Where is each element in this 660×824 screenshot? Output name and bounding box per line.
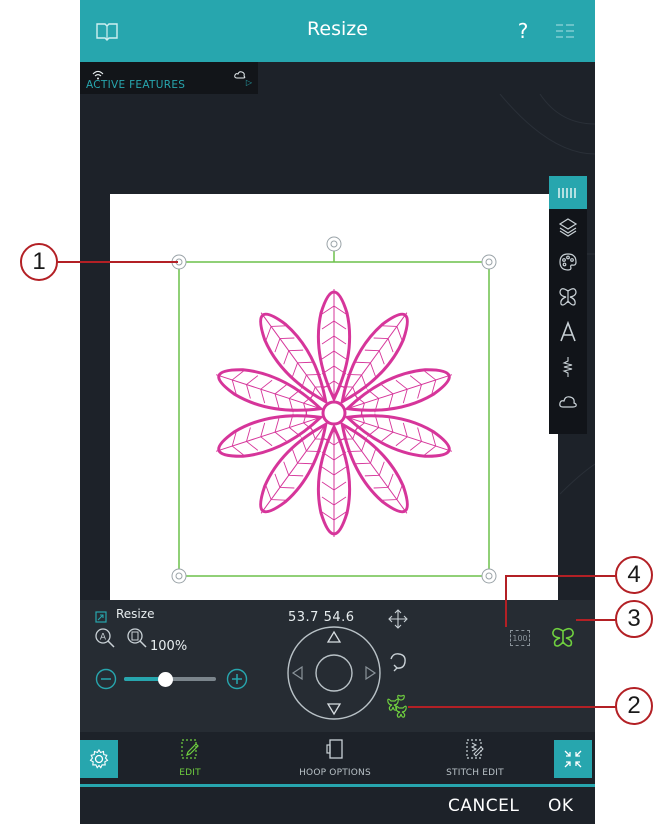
direction-wheel[interactable] [286,625,382,721]
cloud-icon[interactable] [549,385,587,418]
active-features-label: ACTIVE FEATURES [86,79,186,91]
callout-line-3 [576,619,616,621]
svg-text:A: A [100,633,107,643]
bottom-tab-bar: EDIT HOOP OPTIONS STITCH EDIT [80,732,595,784]
active-features-panel[interactable]: ACTIVE FEATURES ▷ [80,62,258,94]
flower-petal [316,423,352,537]
butterfly-icon[interactable] [549,280,587,313]
embroidery-hoop-canvas[interactable] [110,194,558,600]
arrow-right-icon[interactable] [365,665,377,681]
ok-button[interactable]: OK [548,796,574,816]
thread-spool-icon[interactable] [549,176,587,209]
collapse-button[interactable] [554,740,592,778]
machine-screen: Resize ? ACTIVE FEATURES ▷ Resize A 53.7… [80,0,595,824]
help-icon[interactable]: ? [510,18,536,44]
resize-handle-bottom-left[interactable] [171,568,187,584]
rotate-icon[interactable] [387,650,409,676]
tab-edit[interactable]: EDIT [160,732,220,784]
callout-line-4 [506,575,616,577]
callout-4: 4 [615,556,653,594]
collapse-icon [564,750,582,768]
tab-stitch-edit[interactable]: STITCH EDIT [430,732,520,784]
text-icon[interactable] [549,315,587,348]
resize-icon [95,608,107,627]
flower-embroidery-design [215,289,453,537]
zoom-all-icon[interactable]: A [94,627,116,653]
zoom-hoop-icon[interactable] [126,627,148,653]
flower-petal [316,289,352,403]
resize-handle-top-right[interactable] [481,254,497,270]
callout-line-1 [56,261,178,263]
top-bar: Resize ? [80,0,595,62]
tab-hoop-options-label: HOOP OPTIONS [299,768,371,778]
arrow-right-icon: ▷ [245,78,252,87]
arrow-up-icon[interactable] [326,630,342,643]
slider-thumb[interactable] [158,672,174,687]
scale-value-box[interactable]: 100 [510,630,530,646]
layers-icon[interactable] [549,210,587,243]
move-icon[interactable] [387,608,409,634]
multi-select-icon[interactable] [385,693,411,723]
cancel-button[interactable]: CANCEL [448,796,519,816]
increase-icon[interactable] [226,668,248,694]
butterfly-select-icon[interactable] [550,627,576,653]
menu-icon[interactable] [552,18,578,44]
stitch-edit-icon [465,738,485,763]
resize-handle-bottom-right[interactable] [481,568,497,584]
palette-icon[interactable] [549,245,587,278]
cloud-icon [234,65,246,84]
hoop-icon [326,738,344,763]
design-toolbar [549,176,587,434]
settings-button[interactable] [80,740,118,778]
callout-line-4-drop [505,575,507,627]
resize-panel: Resize A 53.7 54.6 100% 100 [80,600,595,732]
callout-1: 1 [20,243,58,281]
scale-slider[interactable] [124,672,216,687]
arrow-down-icon[interactable] [326,703,342,716]
gear-icon [89,748,109,769]
decrease-icon[interactable] [95,668,117,694]
callout-2: 2 [615,687,653,725]
footer: CANCEL OK [80,787,595,824]
tab-edit-label: EDIT [179,768,201,778]
panel-title: Resize [116,607,155,621]
scale-percent: 100% [150,639,188,654]
design-area [171,236,497,584]
arrow-left-icon[interactable] [291,665,303,681]
rotate-handle[interactable] [326,236,342,252]
tab-stitch-edit-label: STITCH EDIT [446,768,504,778]
callout-3: 3 [615,600,653,638]
tab-hoop-options[interactable]: HOOP OPTIONS [280,732,390,784]
stitch-icon[interactable] [549,350,587,383]
callout-line-2 [408,706,616,708]
position-readout: 53.7 54.6 [288,610,355,625]
edit-icon [180,738,200,763]
